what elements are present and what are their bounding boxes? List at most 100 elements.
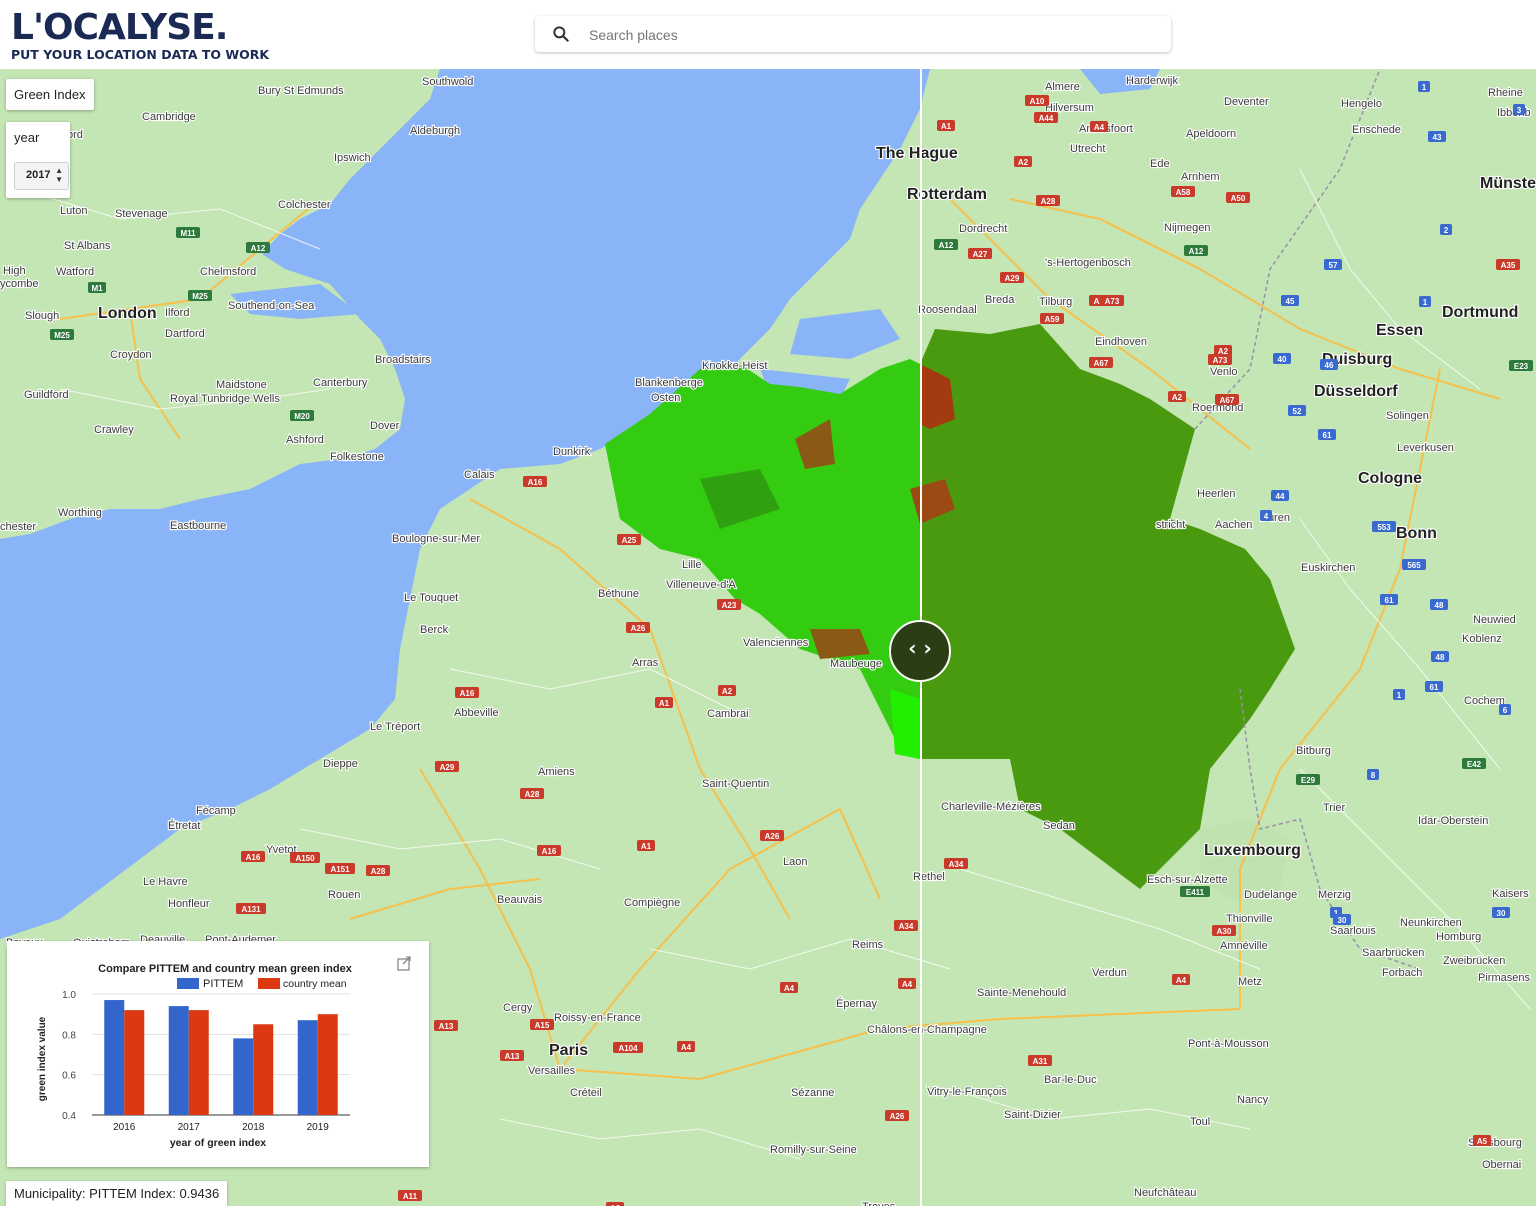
map-city-label[interactable]: Verdun xyxy=(1091,966,1128,980)
map-city-label[interactable]: Solingen xyxy=(1385,409,1430,423)
map-city-label[interactable]: Saarbrücken xyxy=(1361,946,1426,960)
map-city-label[interactable]: Breda xyxy=(984,293,1016,307)
bar-pittem[interactable] xyxy=(168,1006,189,1115)
map-city-label[interactable]: Rouen xyxy=(327,888,362,902)
map-city-label[interactable]: Dieppe xyxy=(322,757,359,771)
map-city-label[interactable]: Osten xyxy=(650,391,682,405)
map-city-label[interactable]: Troyes xyxy=(861,1200,897,1206)
map-city-label[interactable]: Charleville-Mézières xyxy=(940,800,1042,814)
map-city-label[interactable]: Chelmsford xyxy=(199,265,257,279)
map-city-label[interactable]: Créteil xyxy=(569,1086,603,1100)
map-city-label[interactable]: Zweibrücken xyxy=(1442,954,1507,968)
map-city-label[interactable]: High xyxy=(2,264,27,278)
map-city-label[interactable]: Saarlouis xyxy=(1329,924,1378,938)
bar-country-mean[interactable] xyxy=(124,1010,145,1115)
map-city-label[interactable]: Dover xyxy=(369,419,401,433)
stepper-arrows-icon[interactable]: ▲ ▼ xyxy=(55,166,63,184)
map-city-label[interactable]: chester xyxy=(0,520,38,534)
map-city-label[interactable]: Rotterdam xyxy=(906,185,988,204)
map-city-label[interactable]: Utrecht xyxy=(1069,142,1107,156)
map-city-label[interactable]: St Albans xyxy=(63,239,112,253)
map-city-label[interactable]: Le Touquet xyxy=(403,591,459,605)
map-city-label[interactable]: Maidstone xyxy=(215,378,268,392)
map-city-label[interactable]: Toul xyxy=(1189,1115,1211,1129)
map-city-label[interactable]: Arnhem xyxy=(1180,170,1221,184)
map-city-label[interactable]: Nancy xyxy=(1236,1093,1270,1107)
map-city-label[interactable]: Ede xyxy=(1149,157,1171,171)
map-city-label[interactable]: Compiègne xyxy=(623,896,681,910)
map-city-label[interactable]: Neunkirchen xyxy=(1399,916,1463,930)
map-city-label[interactable]: Boulogne-sur-Mer xyxy=(391,532,482,546)
search-input[interactable] xyxy=(587,22,1151,48)
map-city-label[interactable]: Cambrai xyxy=(706,707,750,721)
map-city-label[interactable]: Thionville xyxy=(1225,912,1274,926)
map-city-label[interactable]: Sézanne xyxy=(790,1086,836,1100)
map-city-label[interactable]: Lille xyxy=(681,558,703,572)
map-city-label[interactable]: Münste xyxy=(1479,174,1536,193)
map-city-label[interactable]: Merzig xyxy=(1317,888,1352,902)
map-city-label[interactable]: stricht xyxy=(1155,518,1187,532)
map-city-label[interactable]: Beauvais xyxy=(496,893,544,907)
map-city-label[interactable]: Roosendaal xyxy=(917,303,978,317)
map-city-label[interactable]: Harderwijk xyxy=(1125,74,1180,88)
map-city-label[interactable]: Venlo xyxy=(1209,365,1239,379)
map-city-label[interactable]: Royal Tunbridge Wells xyxy=(169,392,282,406)
map-city-label[interactable]: Leverkusen xyxy=(1396,441,1455,455)
bar-pittem[interactable] xyxy=(104,1000,125,1115)
map-city-label[interactable]: Folkestone xyxy=(329,450,385,464)
map-city-label[interactable]: Essen xyxy=(1375,321,1424,340)
map-city-label[interactable]: Cergy xyxy=(502,1001,534,1015)
map-city-label[interactable]: Amiens xyxy=(537,765,576,779)
map-city-label[interactable]: Obernai xyxy=(1481,1158,1522,1172)
map-city-label[interactable]: Châlons-en-Champagne xyxy=(866,1023,988,1037)
map-city-label[interactable]: Maubeuge xyxy=(829,657,883,671)
map-city-label[interactable]: Laon xyxy=(782,855,809,869)
map-city-label[interactable]: Metz xyxy=(1237,975,1263,989)
map-city-label[interactable]: Étretat xyxy=(167,818,202,833)
map-city-label[interactable]: Valenciennes xyxy=(742,636,810,650)
map-city-label[interactable]: Neufchâteau xyxy=(1133,1186,1198,1200)
map-city-label[interactable]: Düsseldorf xyxy=(1313,382,1399,401)
map-city-label[interactable]: Luxembourg xyxy=(1203,841,1302,860)
map-city-label[interactable]: Villeneuve-d'A xyxy=(665,578,738,592)
swipe-handle[interactable]: ‹ › xyxy=(889,620,951,682)
map-city-label[interactable]: Ilford xyxy=(164,306,191,320)
map-city-label[interactable]: Ashford xyxy=(285,433,325,447)
map-city-label[interactable]: Arras xyxy=(631,656,660,670)
map-city-label[interactable]: Aldeburgh xyxy=(409,124,461,138)
map-city-label[interactable]: Berck xyxy=(419,623,450,637)
map-city-label[interactable]: London xyxy=(97,304,158,323)
map-city-label[interactable]: Bury St Edmunds xyxy=(257,84,345,98)
bar-country-mean[interactable] xyxy=(188,1010,209,1115)
map-city-label[interactable]: Saint-Dizier xyxy=(1003,1108,1062,1122)
map-city-label[interactable]: Sedan xyxy=(1042,819,1076,833)
map-city-label[interactable]: Croydon xyxy=(109,348,153,362)
map-city-label[interactable]: Béthune xyxy=(597,587,640,601)
map-city-label[interactable]: Pirmasens xyxy=(1477,971,1532,985)
map-city-label[interactable]: Esch-sur-Alzette xyxy=(1146,873,1229,887)
map-city-label[interactable]: Crawley xyxy=(93,423,135,437)
map-city-label[interactable]: Eastbourne xyxy=(169,519,227,533)
map-city-label[interactable]: Calais xyxy=(463,468,496,482)
bar-pittem[interactable] xyxy=(297,1020,318,1115)
map-city-label[interactable]: Saint-Quentin xyxy=(701,777,770,791)
map-city-label[interactable]: Slough xyxy=(24,309,60,323)
map-city-label[interactable]: Southend-on-Sea xyxy=(227,299,316,313)
search-icon[interactable] xyxy=(551,24,571,44)
map-city-label[interactable]: Luton xyxy=(59,204,89,218)
map-city-label[interactable]: Fécamp xyxy=(195,804,237,818)
map-city-label[interactable]: Le Havre xyxy=(142,875,189,889)
map-city-label[interactable]: Bar-le-Duc xyxy=(1043,1073,1098,1087)
map-city-label[interactable]: Rethel xyxy=(912,870,946,884)
map-city-label[interactable]: Neuwied xyxy=(1472,613,1517,627)
map-city-label[interactable]: Watford xyxy=(55,265,95,279)
map-city-label[interactable]: Nijmegen xyxy=(1163,221,1212,235)
map-city-label[interactable]: Tilburg xyxy=(1038,295,1073,309)
map-city-label[interactable]: Dartford xyxy=(164,327,206,341)
search-box[interactable] xyxy=(535,16,1171,52)
map-city-label[interactable]: Paris xyxy=(548,1041,589,1060)
map-city-label[interactable]: Sainte-Menehould xyxy=(976,986,1067,1000)
bar-country-mean[interactable] xyxy=(317,1014,338,1115)
map-city-label[interactable]: Dunkirk xyxy=(552,445,592,459)
map-city-label[interactable]: Deventer xyxy=(1223,95,1270,109)
